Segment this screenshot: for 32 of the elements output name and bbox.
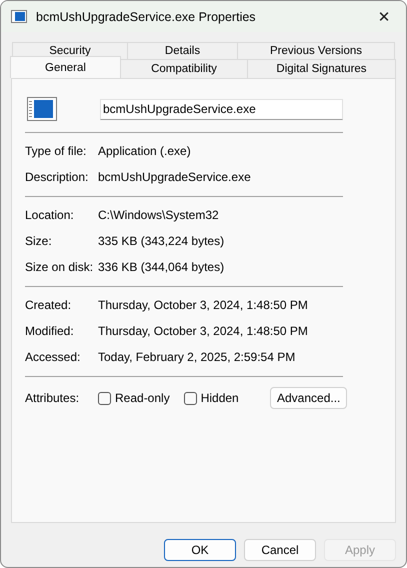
field-label: Size: (25, 234, 53, 248)
checkbox[interactable] (98, 392, 111, 404)
field-label: Location: (25, 208, 75, 222)
dialog-button[interactable]: OK (164, 539, 236, 561)
advanced-button[interactable]: Advanced... (270, 387, 348, 409)
checkbox[interactable] (184, 392, 197, 404)
field-value: Application (.exe) (98, 144, 191, 158)
field-label: Created: (25, 298, 72, 312)
field-value: C:\Windows\System32 (98, 208, 219, 222)
field-label: Description: (25, 170, 90, 184)
tab[interactable]: General (10, 56, 121, 78)
field-label: Attributes: (25, 391, 80, 405)
tab[interactable]: Previous Versions (237, 42, 395, 59)
field-label: Type of file: (25, 144, 88, 158)
field-value: 335 KB (343,224 bytes) (98, 234, 224, 248)
window-title: bcmUshUpgradeService.exe Properties (36, 10, 257, 24)
field-value: bcmUshUpgradeService.exe (98, 170, 251, 184)
field-label: Size on disk: (25, 260, 94, 274)
field-value: Thursday, October 3, 2024, 1:48:50 PM (98, 324, 308, 338)
close-button[interactable]: ✕ (362, 2, 406, 32)
field-value: Today, February 2, 2025, 2:59:54 PM (98, 350, 296, 364)
field-value: 336 KB (344,064 bytes) (98, 260, 224, 274)
dialog-button[interactable]: Cancel (244, 539, 316, 561)
file-name-field[interactable]: bcmUshUpgradeService.exe (100, 98, 343, 120)
field-label: Modified: (25, 324, 75, 338)
checkbox-label: Read-only (115, 391, 170, 405)
field-label: Accessed: (25, 350, 82, 364)
application-icon (27, 97, 57, 121)
checkbox-label: Hidden (200, 391, 239, 405)
tab[interactable]: Digital Signatures (247, 59, 396, 78)
app-icon (11, 10, 27, 23)
field-value: Thursday, October 3, 2024, 1:48:50 PM (98, 298, 308, 312)
